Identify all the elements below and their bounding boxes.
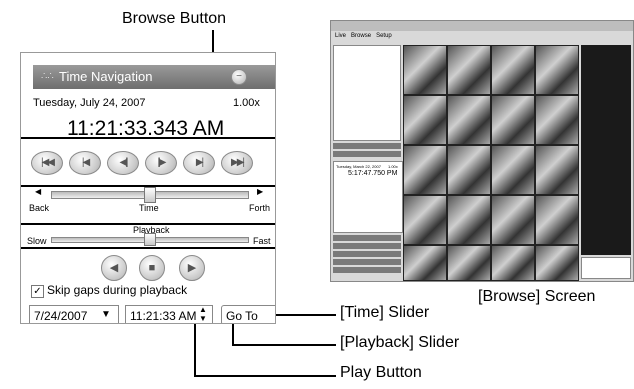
browse-toolbar: Live Browse Setup [335, 33, 392, 39]
browse-right-pane [581, 45, 631, 255]
browse-mini-date: Tuesday, March 22, 2007 [336, 164, 381, 169]
prev-icon[interactable]: |◀ [69, 151, 101, 175]
play-button-callout: Play Button [340, 364, 422, 381]
playback-slider-callout: [Playback] Slider [340, 334, 460, 351]
time-slider-left-label: Back [29, 203, 50, 213]
live-tab[interactable]: Live [335, 33, 346, 39]
time-slider-thumb[interactable] [144, 187, 156, 203]
time-navigation-panel: ∴∴ Time Navigation − Tuesday, July 24, 2… [20, 52, 276, 324]
reverse-icon[interactable]: ◀ [101, 255, 127, 281]
browse-time-nav-mini: Tuesday, March 22, 2007 1.00x 5:17:47.75… [333, 161, 403, 233]
browse-mini-speed: 1.00x [388, 164, 398, 169]
minimize-icon[interactable]: − [231, 69, 247, 85]
playback-slider-thumb[interactable] [144, 233, 156, 246]
time-slider-callout: [Time] Slider [340, 304, 430, 321]
browse-tree-pane [333, 45, 401, 141]
step-back-icon[interactable]: ◀|| [107, 151, 139, 175]
panel-title: Time Navigation [59, 69, 153, 84]
playback-slider-left-label: Slow [27, 236, 47, 246]
time-slider-center-label: Time [139, 203, 159, 213]
playback-slider-right-label: Fast [253, 236, 271, 246]
goto-button[interactable]: Go To [221, 305, 275, 323]
browse-screen-callout: [Browse] Screen [478, 288, 596, 305]
browse-tab[interactable]: Browse [351, 33, 371, 39]
panel-title-bar: ∴∴ Time Navigation − [33, 65, 275, 89]
dropdown-icon[interactable]: ▼ [101, 309, 111, 320]
back-arrow-icon: ◀ [35, 187, 42, 196]
stop-icon[interactable]: ■ [139, 255, 165, 281]
setup-tab[interactable]: Setup [376, 33, 392, 39]
time-spinner-icon[interactable]: ▲ ▼ [199, 305, 207, 323]
grip-icon: ∴∴ [41, 71, 54, 82]
browse-mini-time: 5:17:47.750 PM [348, 170, 398, 177]
last-icon[interactable]: ▶▶| [221, 151, 253, 175]
first-icon[interactable]: |◀◀ [31, 151, 63, 175]
step-forward-icon[interactable]: ||▶ [145, 151, 177, 175]
next-icon[interactable]: ▶| [183, 151, 215, 175]
play-icon[interactable]: ▶ [179, 255, 205, 281]
time-slider-right-label: Forth [249, 203, 271, 213]
skip-gaps-checkbox[interactable]: ✓ [31, 285, 44, 298]
browse-screen: Live Browse Setup Tuesday, March 22, 200… [330, 20, 634, 282]
forth-arrow-icon: ▶ [257, 187, 264, 196]
current-date: Tuesday, July 24, 2007 [33, 97, 146, 109]
browse-button-callout: Browse Button [122, 10, 227, 27]
playback-speed: 1.00x [233, 97, 260, 109]
skip-gaps-label: Skip gaps during playback [47, 283, 188, 297]
